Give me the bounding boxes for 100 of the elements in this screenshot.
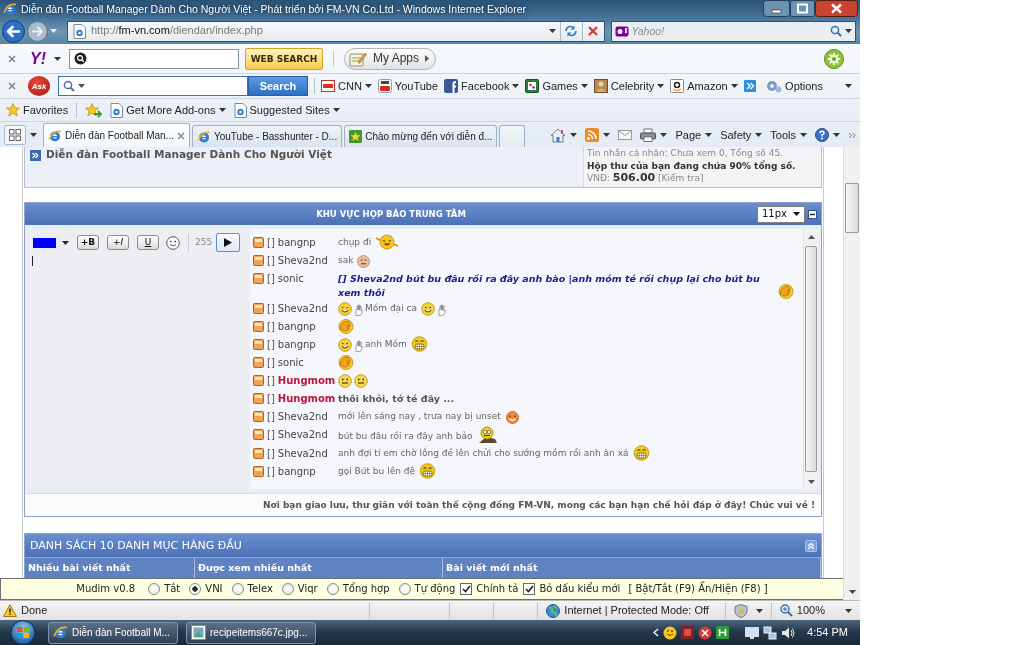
forum-title[interactable]: Diễn đàn Football Manager Dành Cho Người Việt bbox=[46, 148, 332, 161]
menu-button[interactable]: Page bbox=[675, 128, 713, 142]
app-tile-icon[interactable] bbox=[716, 626, 730, 639]
toolbar-logo[interactable]: Y! bbox=[30, 49, 46, 68]
scrollbar[interactable] bbox=[803, 229, 818, 489]
favorites-button[interactable]: Favorites bbox=[6, 103, 69, 117]
radio-button[interactable] bbox=[148, 583, 161, 595]
toolbar-link[interactable]: Games bbox=[525, 79, 588, 93]
show-hidden-icons-button[interactable] bbox=[653, 628, 660, 637]
scrollbar[interactable] bbox=[843, 147, 860, 600]
page-icon bbox=[73, 23, 86, 39]
checkbox[interactable] bbox=[460, 583, 473, 595]
favorites-link[interactable]: Suggested Sites bbox=[233, 102, 340, 118]
search-options-icon[interactable] bbox=[845, 29, 852, 33]
smiley-icon[interactable] bbox=[663, 625, 678, 640]
close-icon[interactable] bbox=[176, 131, 185, 140]
clock-text[interactable]: 4:54 PM bbox=[807, 625, 848, 640]
tab-list-icon[interactable] bbox=[30, 133, 37, 137]
page-icon bbox=[233, 102, 247, 118]
maximize-button[interactable] bbox=[790, 0, 815, 17]
back-button[interactable] bbox=[2, 19, 25, 43]
underline-button[interactable]: U bbox=[137, 235, 159, 250]
scrollbar-thumb[interactable] bbox=[845, 183, 859, 233]
minimize-button[interactable] bbox=[763, 0, 790, 17]
smiley-icon[interactable] bbox=[166, 235, 180, 250]
home-button[interactable] bbox=[550, 127, 578, 143]
logo-menu-icon[interactable] bbox=[54, 56, 61, 61]
options-button[interactable]: Options bbox=[766, 79, 852, 93]
close-button[interactable] bbox=[815, 0, 858, 17]
ask-search-button[interactable]: Search bbox=[248, 76, 308, 96]
forward-button[interactable] bbox=[27, 20, 48, 42]
collapse-button[interactable] bbox=[808, 209, 817, 219]
apps-button[interactable]: My Apps bbox=[344, 47, 437, 70]
notepad-icon bbox=[349, 50, 367, 67]
brackets-text: [] bbox=[267, 356, 275, 369]
toolbar-search-field[interactable] bbox=[69, 48, 239, 69]
feeds-button[interactable] bbox=[585, 128, 611, 142]
search-icon[interactable] bbox=[830, 25, 842, 37]
more-links-icon[interactable] bbox=[743, 80, 756, 92]
menu-button[interactable]: Safety bbox=[720, 128, 763, 142]
toolbar-link[interactable]: CNN bbox=[321, 79, 372, 93]
scrollbar-thumb[interactable] bbox=[805, 246, 817, 472]
radio-button[interactable] bbox=[398, 583, 411, 595]
caret-icon bbox=[755, 133, 763, 137]
close-icon[interactable] bbox=[8, 82, 16, 90]
history-dropdown-icon[interactable] bbox=[50, 29, 57, 33]
panel-title: DANH SÁCH 10 DANH MỤC HÀNG ĐẦU bbox=[30, 538, 243, 553]
security-zone-text[interactable]: Internet | Protected Mode: Off bbox=[564, 603, 709, 618]
web-search-button[interactable]: WEB SEARCH bbox=[245, 47, 323, 70]
username: Hungmom bbox=[277, 392, 336, 405]
caret-icon bbox=[660, 133, 668, 137]
chevrons-icon[interactable] bbox=[30, 150, 41, 161]
username: Sheva2nd bbox=[277, 302, 328, 315]
quick-tabs-button[interactable] bbox=[4, 125, 26, 145]
shortcut-hint: [ Bật/Tắt (F9) Ẩn/Hiện (F8) ] bbox=[628, 583, 768, 595]
print-button[interactable] bbox=[640, 128, 668, 142]
menu-button[interactable]: Tools bbox=[770, 128, 807, 142]
taskbar-button[interactable]: Diễn đàn Football M... bbox=[48, 621, 178, 644]
more-commands-icon[interactable] bbox=[848, 131, 856, 139]
text-cursor bbox=[32, 256, 33, 266]
send-button[interactable] bbox=[216, 233, 241, 252]
browser-tab[interactable]: Chào mừng đến với diễn đ... bbox=[344, 125, 498, 147]
brackets-text: [] bbox=[267, 447, 275, 460]
grinning-face-icon bbox=[632, 445, 650, 461]
font-size-select[interactable]: 11px bbox=[757, 205, 805, 223]
add-favorite-icon[interactable] bbox=[85, 102, 103, 118]
browser-tab[interactable]: Diễn đàn Football Man... bbox=[43, 123, 190, 147]
checkbox[interactable] bbox=[523, 583, 536, 595]
radio-button[interactable] bbox=[189, 583, 202, 595]
favorites-link[interactable]: Get More Add-ons bbox=[110, 102, 226, 118]
app-tile-icon[interactable] bbox=[681, 626, 695, 639]
gear-icon[interactable] bbox=[824, 48, 844, 69]
italic-button[interactable]: +I bbox=[107, 235, 129, 250]
speaker-icon[interactable] bbox=[781, 625, 796, 640]
radio-button[interactable] bbox=[231, 583, 244, 595]
address-dropdown-icon[interactable] bbox=[548, 29, 556, 33]
browser-tab[interactable]: YouTube - Basshunter - D... bbox=[191, 125, 343, 147]
toolbar-search-field[interactable] bbox=[58, 76, 248, 96]
toolbar-link[interactable]: Celebrity bbox=[593, 79, 665, 93]
taskbar-button[interactable]: recipeitems667c.jpg... bbox=[186, 621, 316, 644]
color-picker[interactable] bbox=[33, 237, 69, 248]
close-circle-icon[interactable] bbox=[698, 625, 713, 640]
close-icon[interactable] bbox=[8, 54, 16, 63]
help-button[interactable] bbox=[815, 128, 840, 142]
radio-button[interactable] bbox=[326, 583, 339, 595]
globe-icon bbox=[546, 603, 561, 618]
read-mail-button[interactable] bbox=[618, 130, 633, 140]
toolbar-link[interactable]: YouTube bbox=[377, 79, 439, 93]
network-icon[interactable] bbox=[763, 625, 778, 640]
toolbar-link[interactable]: Facebook bbox=[444, 79, 520, 93]
toolbar-logo[interactable]: Ask bbox=[28, 76, 50, 96]
toolbar-link[interactable]: Amazon bbox=[670, 79, 738, 93]
zoom-button[interactable]: 100% bbox=[770, 602, 860, 619]
radio-button[interactable] bbox=[281, 583, 294, 595]
address-field[interactable]: http://fm-vn.com/diendan/index.php bbox=[67, 20, 605, 42]
monitor-icon[interactable] bbox=[745, 625, 760, 640]
bold-button[interactable]: +B bbox=[77, 235, 99, 250]
panel-title: KHU VỰC HỌP BÁO TRUNG TÂM bbox=[315, 208, 467, 220]
message-text: sak bbox=[338, 254, 354, 267]
caret-icon bbox=[580, 84, 588, 88]
